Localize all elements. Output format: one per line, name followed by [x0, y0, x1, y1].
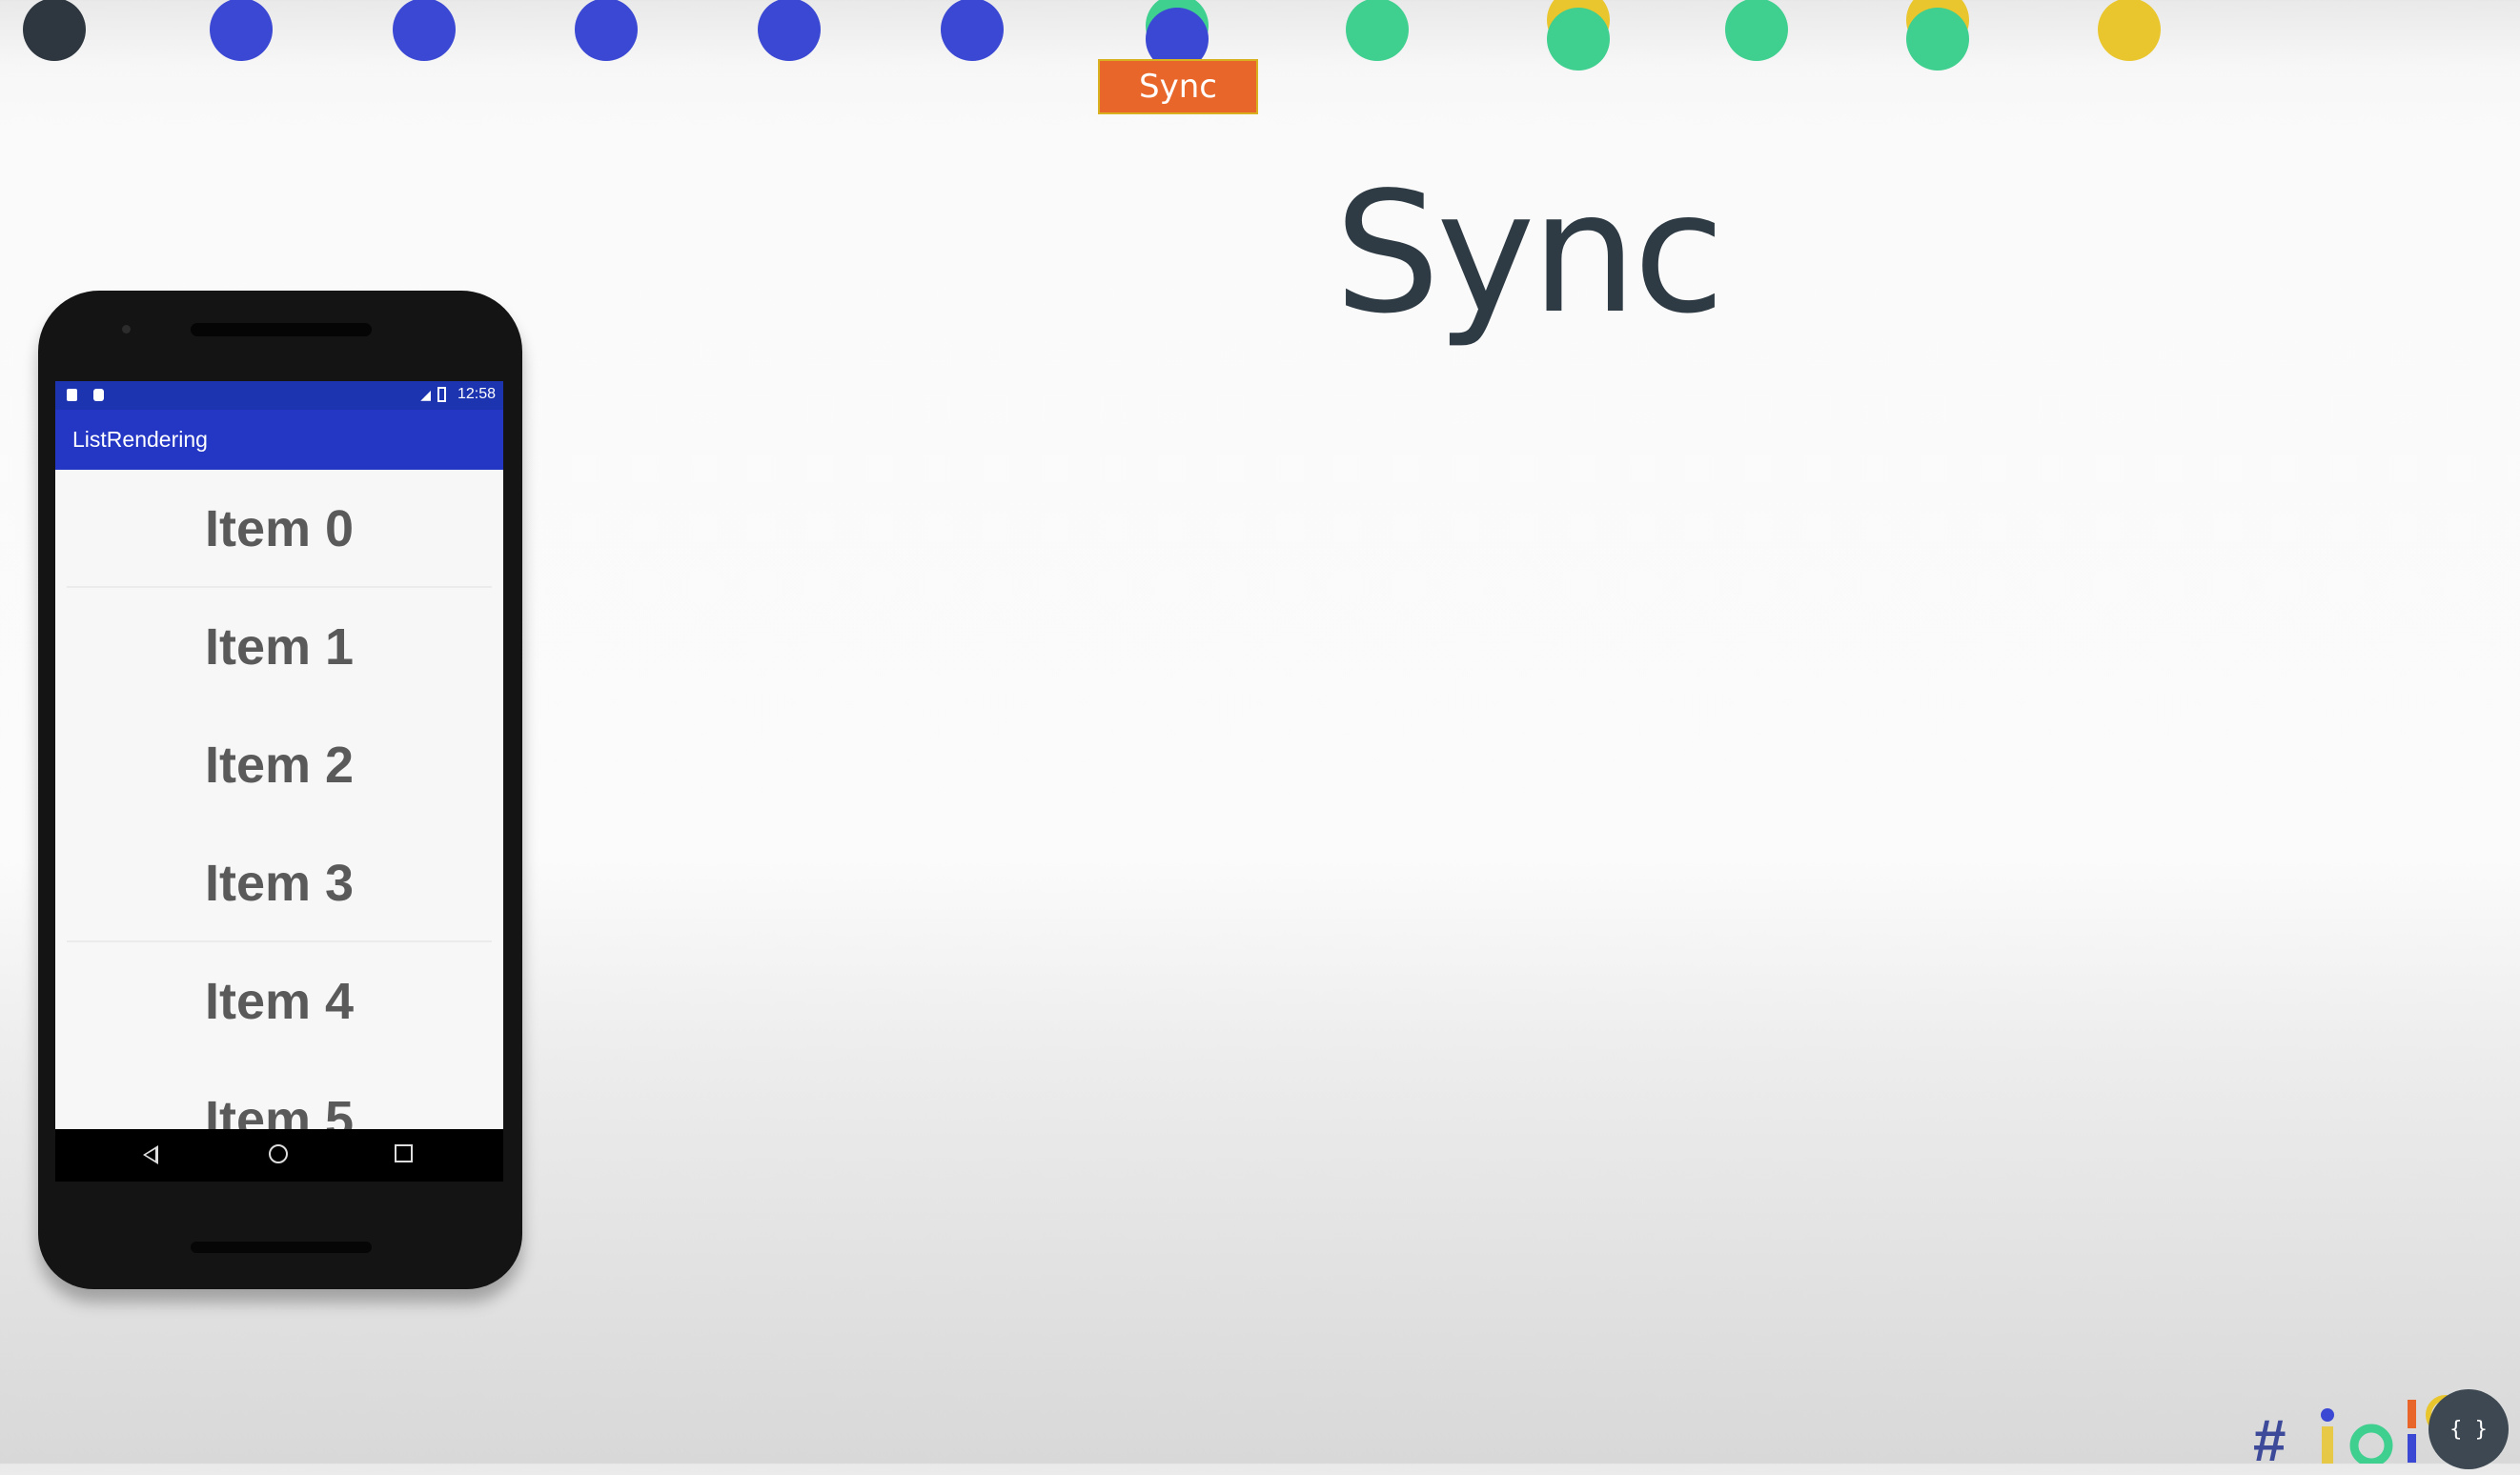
list-item[interactable]: Item 0: [55, 470, 503, 588]
code-fab[interactable]: { }: [2429, 1389, 2509, 1469]
sd-card-icon: [67, 389, 77, 401]
notification-icon: [93, 389, 104, 401]
timeline-dot-6: [941, 0, 1004, 61]
list-item[interactable]: Item 5: [55, 1061, 503, 1129]
timeline-dot-10: [1725, 0, 1788, 61]
signal-icon: ◢: [420, 387, 431, 402]
app-bar: ListRendering: [55, 410, 503, 470]
slide-title: Sync: [1334, 157, 1725, 351]
timeline-dot-5: [758, 0, 821, 61]
timeline-dot-4: [575, 0, 638, 61]
recents-icon[interactable]: [395, 1144, 413, 1162]
phone-speaker-bottom: [191, 1242, 372, 1253]
timeline-dot-12: [2098, 0, 2161, 61]
phone-device: ◢ 12:58 ListRendering Item 0 Item 1 Item…: [38, 291, 522, 1289]
phone-screen: ◢ 12:58 ListRendering Item 0 Item 1 Item…: [55, 381, 503, 1182]
timeline-dot-1: [23, 0, 86, 61]
battery-icon: [437, 387, 446, 402]
timeline-dot-9: [1547, 8, 1610, 71]
nav-bar: [55, 1129, 503, 1182]
status-time: 12:58: [457, 386, 496, 402]
timeline-dot-8: [1346, 0, 1409, 61]
list-item[interactable]: Item 2: [55, 706, 503, 824]
timeline-dot-3: [393, 0, 456, 61]
status-bar: ◢ 12:58: [55, 381, 503, 410]
list-item[interactable]: Item 4: [55, 942, 503, 1061]
home-icon[interactable]: [269, 1144, 288, 1163]
timeline-dot-11: [1906, 8, 1969, 71]
timeline-marker-label: Sync: [1098, 59, 1258, 114]
back-icon[interactable]: [143, 1145, 158, 1164]
phone-camera: [122, 325, 131, 333]
phone-speaker-top: [191, 323, 372, 336]
app-title: ListRendering: [72, 427, 208, 452]
timeline-dot-2: [210, 0, 273, 61]
hashtag-glyph: #: [2253, 1408, 2286, 1474]
item-list[interactable]: Item 0 Item 1 Item 2 Item 3 Item 4 Item …: [55, 470, 503, 1129]
list-item[interactable]: Item 1: [55, 588, 503, 706]
list-item[interactable]: Item 3: [55, 824, 503, 942]
